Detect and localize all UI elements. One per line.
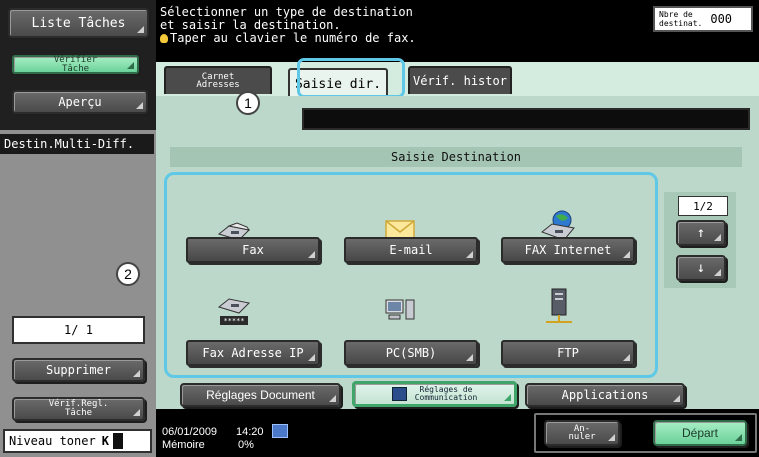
memory-label: Mémoire [162,439,205,451]
preview-button[interactable]: Aperçu [12,90,148,114]
applications-button[interactable]: Applications [525,383,685,407]
tab-address-book[interactable]: Carnet Adresses [164,66,272,94]
fax-destination-button[interactable]: Fax [186,237,320,263]
email-destination-button[interactable]: E-mail [344,237,478,263]
multi-destination-label: Destin.Multi-Diff. [0,134,154,154]
toner-level-label: Niveau toner [9,434,96,448]
check-job-settings-button[interactable]: Vérif.Regl. Tâche [12,397,145,421]
toner-level-indicator: Niveau toner K [3,429,152,453]
check-settings-label-line2: Tâche [64,408,93,418]
pc-smb-label: PC(SMB) [385,346,437,360]
delete-label: Supprimer [45,363,112,377]
callout-1-highlight [297,58,405,98]
tab-job-history-label: Vérif. histor [413,74,507,88]
cancel-label-line2: nuler [568,432,596,442]
instruction-bar: Sélectionner un type de destination et s… [156,0,759,62]
internet-fax-destination-button[interactable]: FAX Internet [501,237,635,263]
tab-job-history[interactable]: Vérif. histor [408,66,512,94]
communication-icon [391,387,407,401]
communication-settings-line2: Communication [414,393,478,402]
destination-page-counter: 1/ 1 [12,316,145,344]
tab-address-book-line2: Adresses [196,80,240,90]
left-sidebar: Liste Tâches Vérifier Tâche Aperçu Desti… [0,0,156,457]
communication-settings-label: Réglages de Communication [415,386,478,402]
memory-value: 0% [238,439,254,451]
callout-2: 2 [116,262,140,286]
toner-color-letter: K [101,434,109,448]
page-down-button[interactable]: ↓ [676,255,726,281]
communication-settings-button[interactable]: Réglages de Communication [352,381,517,407]
svg-text:*****: ***** [223,317,244,325]
ftp-destination-button[interactable]: FTP [501,340,635,366]
internet-fax-label: FAX Internet [524,243,612,257]
check-job-label-line2: Tâche [61,63,90,74]
email-label: E-mail [389,243,433,257]
check-job-button[interactable]: Vérifier Tâche [12,55,139,74]
job-list-label: Liste Tâches [31,15,126,31]
preview-label: Aperçu [58,95,102,109]
destination-count-label: Nbre de destinat. [659,10,702,28]
job-list-button[interactable]: Liste Tâches [8,8,149,38]
destination-input-field[interactable] [302,108,750,130]
ftp-server-icon [546,288,572,323]
page-up-button[interactable]: ↑ [676,220,726,246]
light-bulb-icon [160,34,168,43]
destination-count-box: Nbre de destinat. 000 [653,6,753,32]
applications-label: Applications [561,388,649,402]
ip-address-fax-icon: ***** [217,298,251,325]
pc-computer-icon [385,299,415,320]
ip-fax-label: Fax Adresse IP [202,346,304,360]
start-label: Départ [681,426,719,440]
fax-label: Fax [242,243,264,257]
status-time: 14:20 [236,426,264,438]
toner-bar [112,433,123,449]
arrow-down-icon: ↓ [696,260,706,276]
pager-label: 1/2 [678,196,728,216]
instruction-line-2: et saisir la destination. [160,18,341,32]
instruction-line-3: Taper au clavier le numéro de fax. [170,31,416,45]
cancel-button[interactable]: An- nuler [544,420,620,446]
network-status-icon [272,424,288,438]
arrow-up-icon: ↑ [696,225,706,241]
fax-destination-screen: Liste Tâches Vérifier Tâche Aperçu Desti… [0,0,759,457]
delete-button[interactable]: Supprimer [12,358,145,382]
status-date: 06/01/2009 [162,426,218,438]
destination-count-label-line1: Nbre de [659,10,693,19]
pc-smb-destination-button[interactable]: PC(SMB) [344,340,478,366]
ftp-label: FTP [557,346,579,360]
document-settings-button[interactable]: Réglages Document [180,383,341,407]
destination-count-label-line2: destinat. [659,19,703,28]
instruction-line-3-row: Taper au clavier le numéro de fax. [160,32,416,44]
instruction-line-1: Sélectionner un type de destination [160,5,413,19]
callout-1: 1 [236,91,260,115]
ip-fax-destination-button[interactable]: Fax Adresse IP [186,340,320,366]
document-settings-label: Réglages Document [206,388,315,402]
start-button[interactable]: Départ [653,420,747,446]
section-title: Saisie Destination [170,147,742,167]
destination-count-value: 000 [710,11,733,26]
